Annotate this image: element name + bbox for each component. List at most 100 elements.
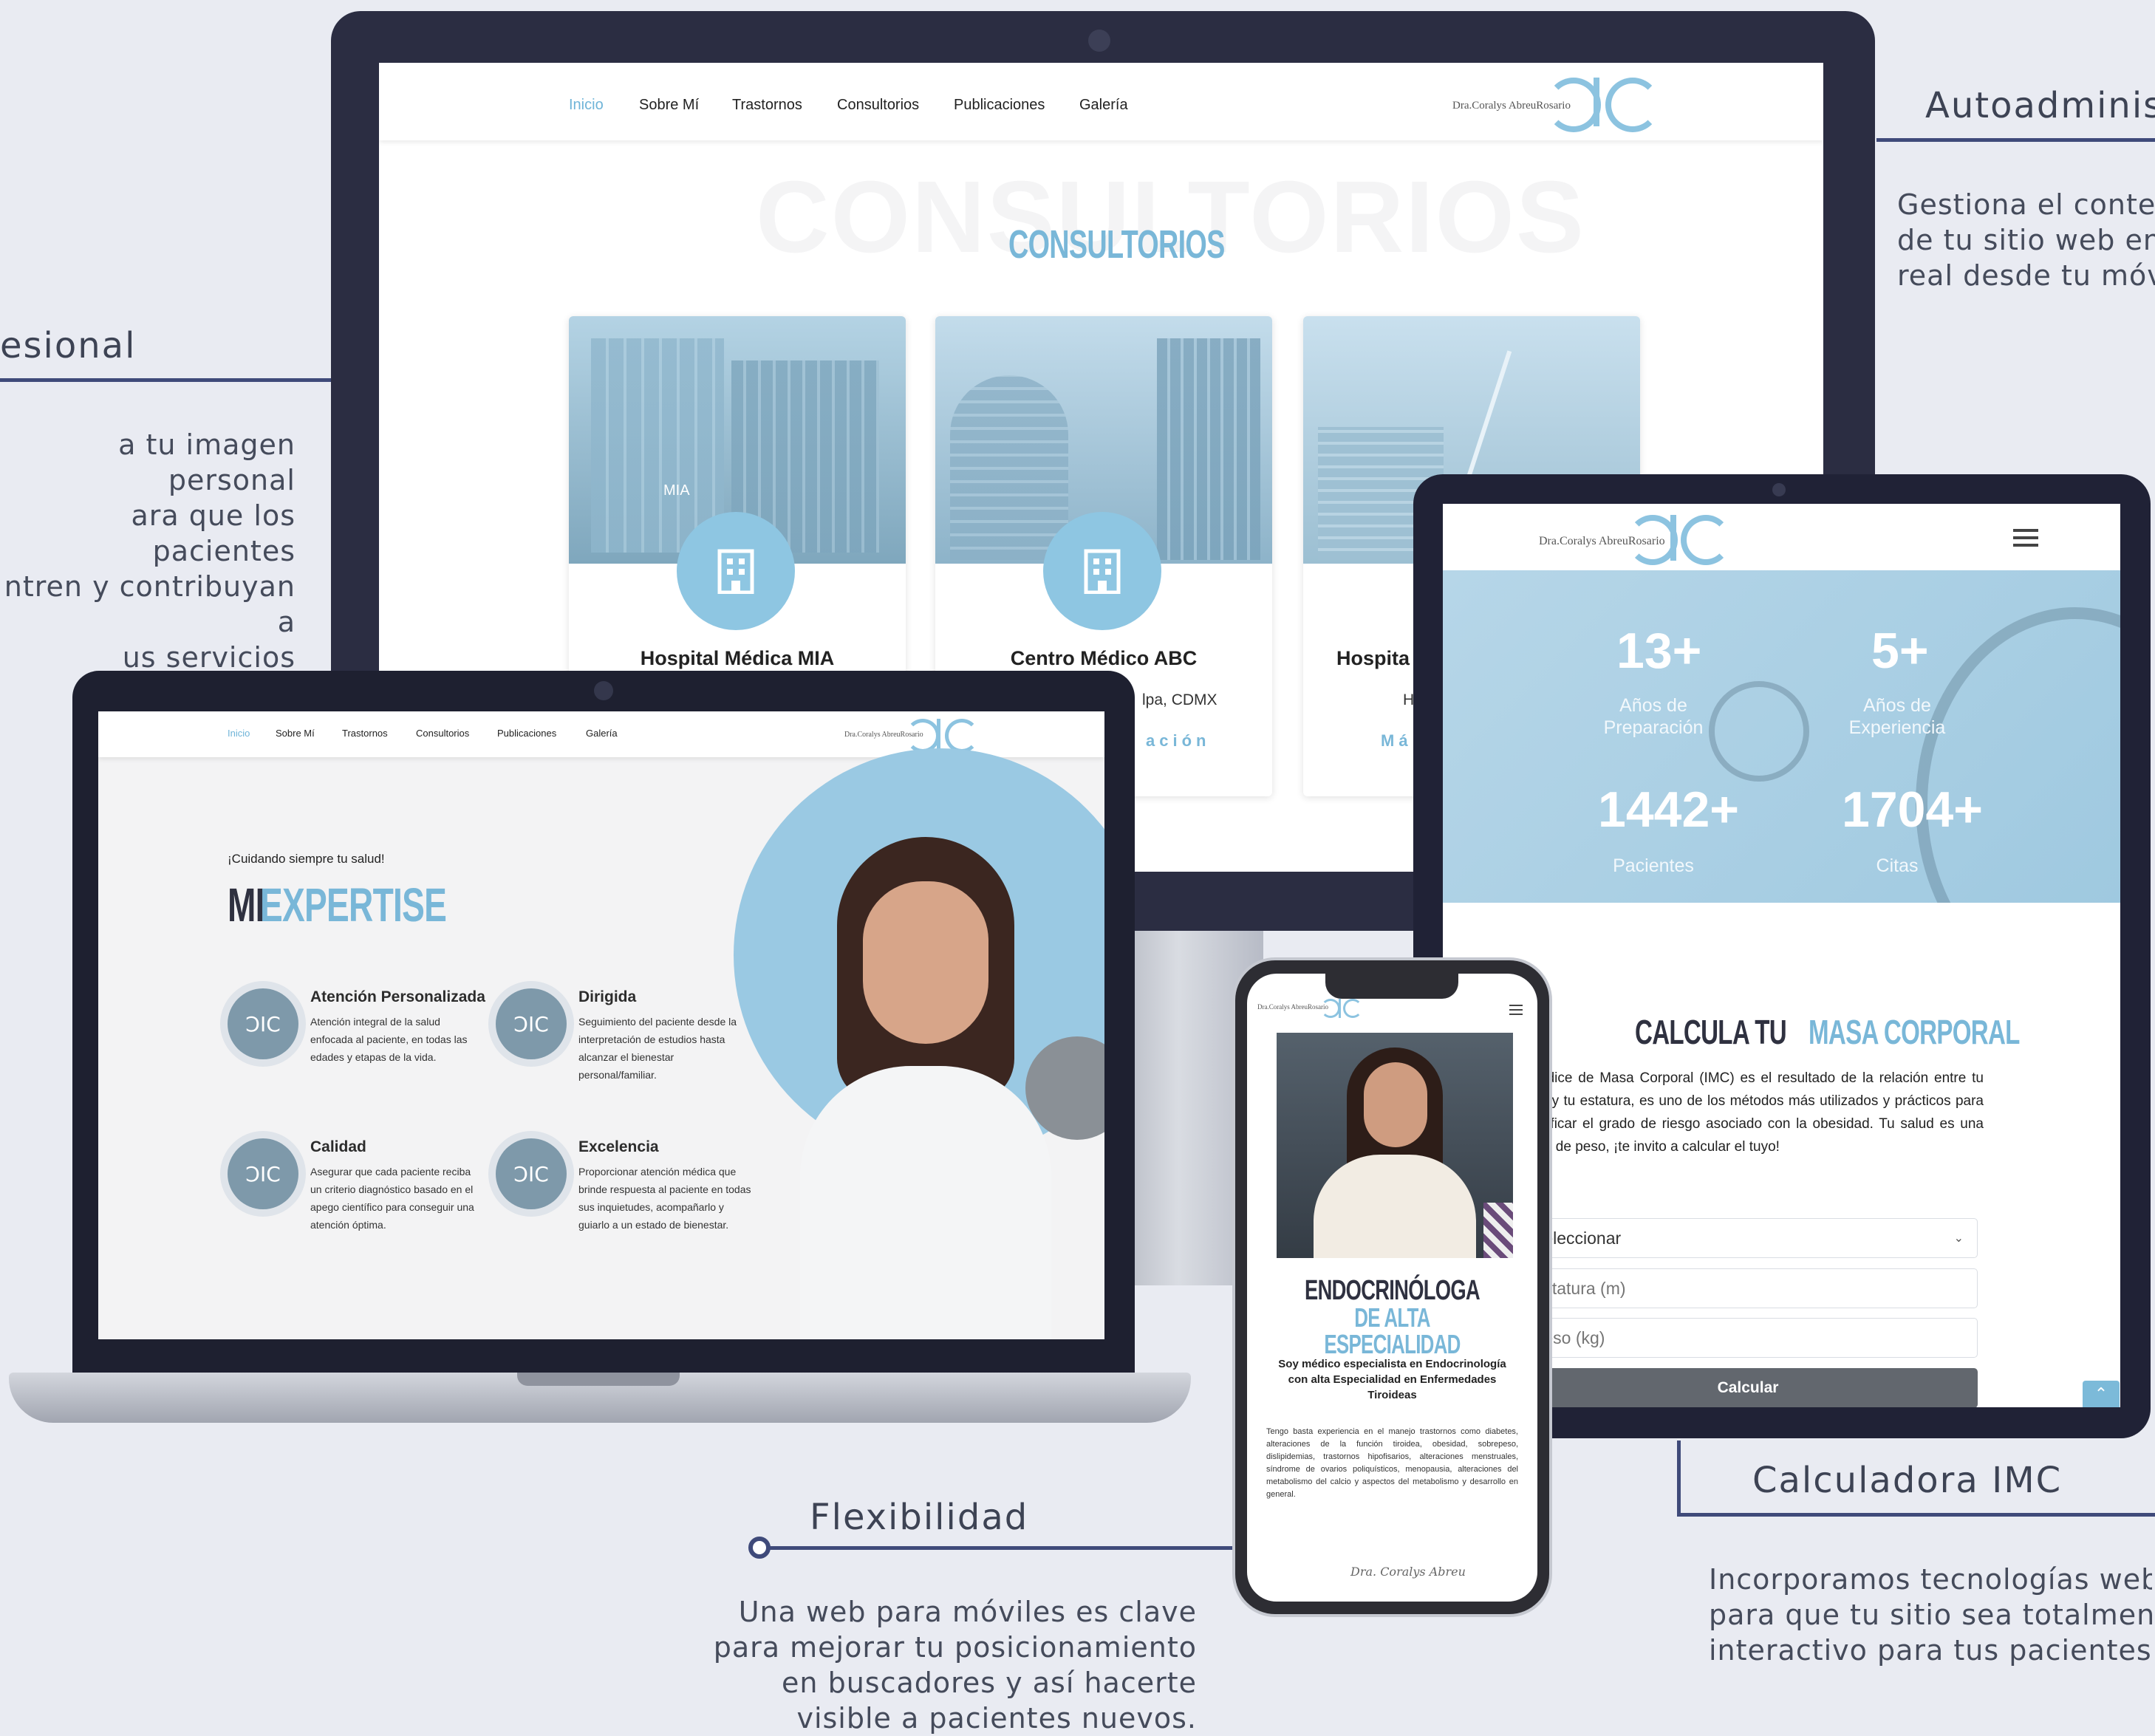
stat-number: 5+ — [1871, 623, 1929, 679]
nav-sobre-mi[interactable]: Sobre Mí — [276, 728, 315, 739]
bmi-height-input[interactable] — [1518, 1268, 1978, 1308]
expertise-logo-icon: ƆIC — [496, 988, 567, 1059]
stat-label: Citas — [1816, 855, 1978, 877]
stat-number: 13+ — [1616, 623, 1702, 679]
doctor-photo — [778, 822, 1073, 1339]
clinic-more-link[interactable]: Má — [1381, 731, 1413, 751]
monitor-navbar: Inicio Sobre Mí Trastornos Consultorios … — [379, 63, 1823, 140]
bmi-weight-input[interactable] — [1518, 1318, 1978, 1358]
stat-label-line: Años de — [1863, 695, 1931, 716]
nav-publicaciones[interactable]: Publicaciones — [497, 728, 556, 739]
laptop: Inicio Sobre Mí Trastornos Consultorios … — [72, 671, 1135, 1380]
stat-label-line: Citas — [1876, 855, 1919, 876]
nav-consultorios[interactable]: Consultorios — [416, 728, 469, 739]
annotation-bottom-right-vline — [1677, 1441, 1681, 1514]
hamburger-menu-icon[interactable] — [2013, 529, 2038, 547]
annotation-left-title: esional — [0, 325, 137, 366]
clinic-more-link[interactable]: ación — [1146, 731, 1210, 751]
nav-trastornos[interactable]: Trastornos — [732, 97, 802, 114]
expertise-item-desc: Proporcionar atención médica que brinde … — [578, 1166, 751, 1231]
annotation-bottom-center-line — [768, 1546, 1241, 1550]
annotation-bottom-center-text-line: visible a pacientes nuevos. — [796, 1702, 1197, 1735]
nav-publicaciones[interactable]: Publicaciones — [954, 97, 1045, 114]
phone-screen: Dra.Coralys AbreuRosario ENDOCRINÓLOGA D… — [1247, 974, 1537, 1602]
hero-tagline: ¡Cuidando siempre tu salud! — [228, 852, 385, 866]
expertise-heading-a: MI — [228, 878, 264, 932]
building-icon — [677, 512, 795, 630]
annotation-top-right-text-line: Gestiona el conter — [1897, 188, 2155, 221]
phone-heading: ENDOCRINÓLOGA DE ALTA ESPECIALIDAD — [1247, 1277, 1537, 1358]
nav-trastornos[interactable]: Trastornos — [342, 728, 388, 739]
expertise-item-title: Dirigida — [578, 988, 637, 1005]
signature: Dra. Coralys Abreu — [1350, 1565, 1466, 1579]
stat-label-line: Pacientes — [1613, 855, 1694, 876]
consultorios-heading: CONSULTORIOS — [1008, 222, 1225, 267]
annotation-left-text: a tu imagen personal ara que los pacient… — [0, 427, 296, 711]
nav-inicio[interactable]: Inicio — [569, 97, 604, 114]
expertise-item-title: Atención Personalizada — [310, 988, 485, 1005]
chevron-down-icon: ⌄ — [1953, 1232, 1964, 1245]
laptop-screen: Inicio Sobre Mí Trastornos Consultorios … — [98, 711, 1104, 1339]
annotation-left-line — [0, 378, 331, 382]
bmi-form: Seleccionar ⌄ Calcular — [1518, 1218, 1978, 1407]
annotation-top-right-line — [1876, 138, 2155, 142]
expertise-heading-b: EXPERTISE — [260, 878, 447, 932]
annotation-bottom-right-line — [1677, 1513, 2155, 1517]
annotation-left-text-line: a tu imagen personal — [118, 428, 296, 496]
clinic-name: Hospital Médica MIA — [640, 647, 835, 669]
bmi-heading-a: CALCULA TU — [1635, 1013, 1787, 1051]
expertise-item-title: Excelencia — [578, 1138, 659, 1155]
bmi-gender-select[interactable]: Seleccionar ⌄ — [1518, 1218, 1978, 1258]
annotation-bottom-right-text: Incorporamos tecnologías web para que tu… — [1709, 1562, 2152, 1668]
annotation-top-right-text: Gestiona el conter de tu sitio web en re… — [1897, 187, 2155, 293]
annotation-top-right-text-line: real desde tu móv — [1897, 259, 2155, 292]
annotation-bottom-center-title: Flexibilidad — [810, 1497, 1029, 1538]
brand-name: Dra.Coralys AbreuRosario — [1257, 1003, 1328, 1011]
annotation-bottom-center-text-line: en buscadores y así hacerte — [782, 1667, 1197, 1699]
nav-galeria[interactable]: Galería — [586, 728, 618, 739]
phone-heading-b: DE ALTA ESPECIALIDAD — [1324, 1302, 1461, 1359]
expertise-item-desc: Asegurar que cada paciente reciba un cri… — [310, 1166, 474, 1231]
clinic-name: Centro Médico ABC — [1010, 647, 1198, 669]
annotation-bottom-right-text-line: Incorporamos tecnologías web — [1709, 1563, 2152, 1596]
phone-heading-a: ENDOCRINÓLOGA — [1305, 1275, 1481, 1306]
doctor-portrait — [1277, 1033, 1513, 1258]
expertise-item-title: Calidad — [310, 1138, 366, 1155]
laptop-notch — [517, 1373, 680, 1386]
stat-label: Años de Preparación — [1572, 694, 1735, 739]
scroll-top-icon[interactable]: ⌃ — [2083, 1381, 2120, 1407]
stat-label-line: Experiencia — [1848, 717, 1946, 738]
annotation-bottom-center-text: Una web para móviles es clave para mejor… — [709, 1594, 1197, 1736]
clinic-location: lpa, CDMX — [1142, 691, 1217, 708]
stat-number: 1442+ — [1598, 782, 1739, 838]
bmi-calculate-button[interactable]: Calcular — [1518, 1368, 1978, 1407]
annotation-bottom-right-text-line: interactivo para tus pacientes. — [1709, 1634, 2152, 1667]
clinic-name: Hospita — [1336, 647, 1410, 669]
stat-label-line: Años de — [1619, 695, 1687, 716]
tablet-camera — [1772, 483, 1786, 496]
hamburger-menu-icon[interactable] — [1509, 1005, 1523, 1015]
bmi-heading: CALCULA TU MASA CORPORAL — [1635, 1012, 2102, 1052]
annotation-top-right-text-line: de tu sitio web en — [1897, 224, 2155, 256]
nav-consultorios[interactable]: Consultorios — [837, 97, 919, 114]
annotation-bottom-right-text-line: para que tu sitio sea totalmente — [1709, 1599, 2152, 1631]
stat-number: 1704+ — [1842, 782, 1983, 838]
nav-inicio[interactable]: Inicio — [228, 728, 250, 739]
clinic-location: H — [1403, 691, 1415, 708]
tablet-navbar: Dra.Coralys AbreuRosario — [1443, 504, 2120, 570]
laptop-camera — [594, 681, 613, 700]
nav-sobre-mi[interactable]: Sobre Mí — [639, 97, 699, 114]
annotation-bottom-right-title: Calculadora IMC — [1752, 1460, 2063, 1501]
expertise-logo-icon: ƆIC — [228, 988, 298, 1059]
annotation-left-text-line: ntren y contribuyan a — [4, 570, 296, 638]
expertise-logo-icon: ƆIC — [228, 1138, 298, 1209]
stat-label: Pacientes — [1572, 855, 1735, 877]
annotation-bottom-center-text-line: Una web para móviles es clave — [738, 1596, 1197, 1628]
bmi-heading-b: MASA CORPORAL — [1808, 1013, 2020, 1051]
annotation-left-text-line: ara que los pacientes — [131, 499, 296, 567]
clinic-sign: MIA — [663, 482, 690, 499]
annotation-top-right-title: Autoadminis — [1925, 85, 2155, 126]
nav-galeria[interactable]: Galería — [1079, 97, 1128, 114]
stat-label-line: Preparación — [1603, 717, 1704, 738]
phone: Dra.Coralys AbreuRosario ENDOCRINÓLOGA D… — [1235, 960, 1549, 1614]
